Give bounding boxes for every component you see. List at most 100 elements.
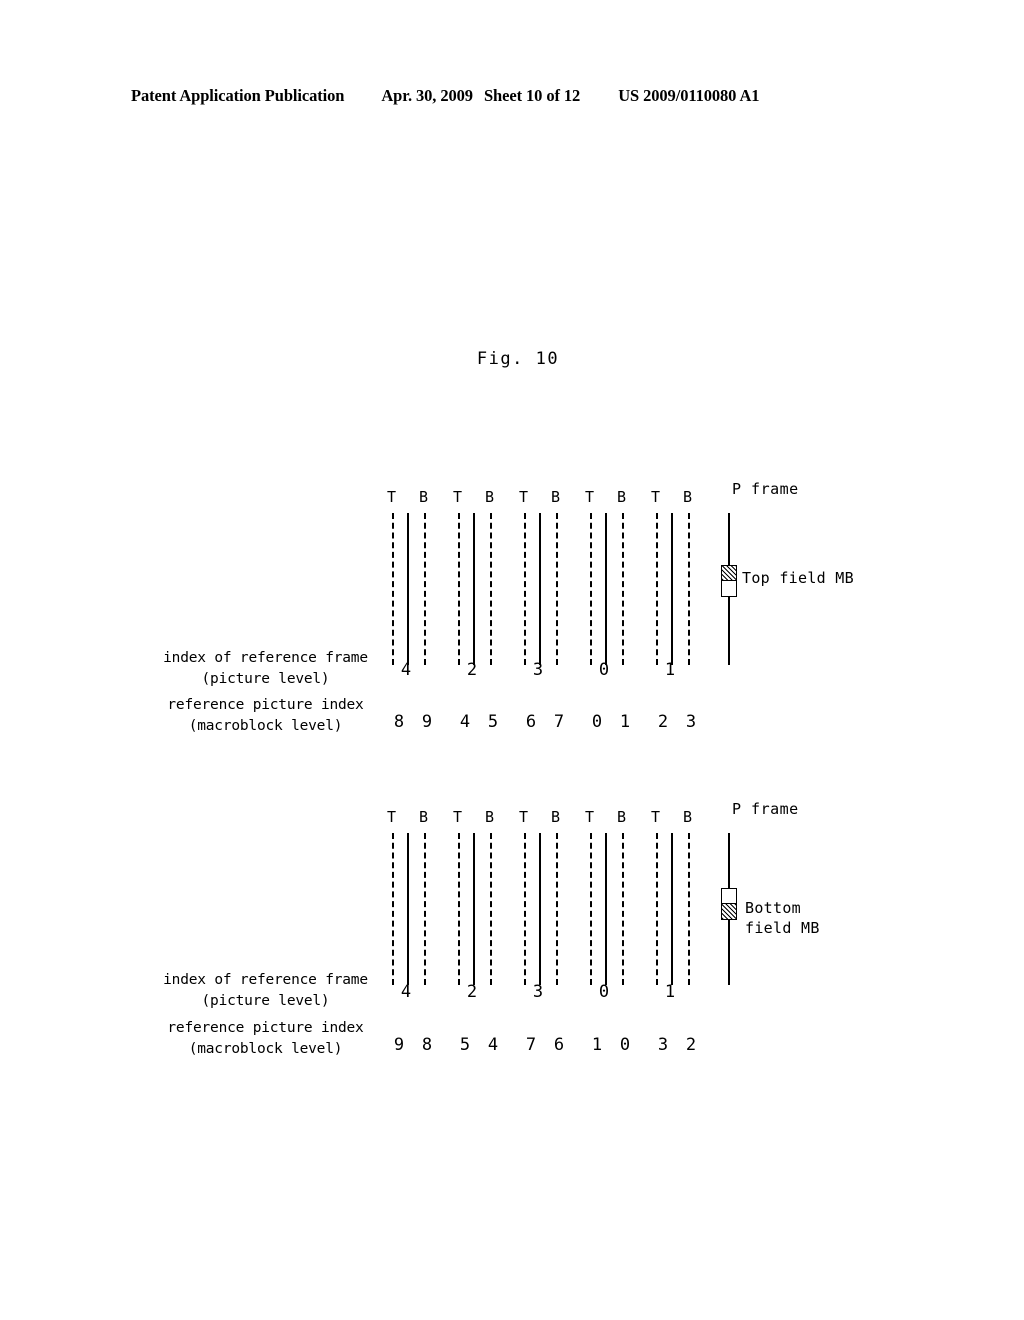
picture-level-value: 4 xyxy=(400,982,412,1002)
top-field-line xyxy=(458,833,460,985)
frame-line xyxy=(407,833,409,985)
macroblock-level-value: 6 xyxy=(525,712,537,732)
publication-date: Apr. 30, 2009 xyxy=(381,86,473,105)
frame-group-2: TB xyxy=(453,808,510,998)
top-field-line xyxy=(590,513,592,665)
macroblock-level-value: 7 xyxy=(553,712,565,732)
diagram-bottom-field: TBTBTBTBTBP frame Bottom field MB index of… xyxy=(0,790,1024,1060)
macroblock-level-value: 6 xyxy=(553,1035,565,1055)
frame-group-5: TB xyxy=(651,488,708,678)
macroblock-level-value: 5 xyxy=(487,712,499,732)
marker-bottom-half xyxy=(722,904,736,919)
picture-level-value: 1 xyxy=(664,660,676,680)
picture-level-value: 2 xyxy=(466,982,478,1002)
top-field-line xyxy=(590,833,592,985)
frame-line xyxy=(671,513,673,665)
top-field-label: T xyxy=(585,488,595,506)
frame-group-2: TB xyxy=(453,488,510,678)
top-field-label: T xyxy=(453,488,463,506)
bottom-field-line xyxy=(424,833,426,985)
macroblock-level-value: 5 xyxy=(459,1035,471,1055)
frame-group-4: TB xyxy=(585,488,642,678)
bottom-field-label: B xyxy=(683,808,693,826)
bottom-field-line xyxy=(556,833,558,985)
bottom-field-label: B xyxy=(617,808,627,826)
picture-level-values: 4 2 3 0 1 xyxy=(0,660,1024,684)
top-field-label: T xyxy=(651,808,661,826)
macroblock-level-value: 1 xyxy=(591,1035,603,1055)
frame-group-3: TB xyxy=(519,808,576,998)
bottom-field-label: B xyxy=(617,488,627,506)
bottom-field-line xyxy=(424,513,426,665)
top-field-line xyxy=(656,833,658,985)
bottom-field-line xyxy=(688,833,690,985)
marker-top-half xyxy=(722,889,736,904)
macroblock-level-value: 3 xyxy=(685,712,697,732)
top-field-label: T xyxy=(519,488,529,506)
bottom-field-line xyxy=(490,833,492,985)
frame-line xyxy=(473,513,475,665)
macroblock-level-value: 1 xyxy=(619,712,631,732)
field-labels: TB xyxy=(387,488,444,510)
field-labels: TB xyxy=(453,488,510,510)
field-labels: TB xyxy=(453,808,510,830)
p-frame-label: P frame xyxy=(732,800,799,818)
field-labels: TB xyxy=(585,488,642,510)
bottom-field-line xyxy=(688,513,690,665)
publication-title: Patent Application Publication xyxy=(131,86,345,105)
picture-level-value: 1 xyxy=(664,982,676,1002)
frame-group-1: TB xyxy=(387,808,444,998)
bottom-field-label: B xyxy=(419,808,429,826)
field-labels: TB xyxy=(519,808,576,830)
bottom-field-line xyxy=(622,513,624,665)
frame-group-5: TB xyxy=(651,808,708,998)
macroblock-level-value: 4 xyxy=(487,1035,499,1055)
picture-level-value: 0 xyxy=(598,982,610,1002)
field-labels: TB xyxy=(585,808,642,830)
frame-line xyxy=(539,513,541,665)
bottom-field-label: B xyxy=(551,808,561,826)
macroblock-level-value: 9 xyxy=(421,712,433,732)
macroblock-level-label-line1: reference picture index xyxy=(167,1020,364,1036)
top-field-line xyxy=(524,833,526,985)
bottom-field-label: B xyxy=(485,808,495,826)
frame-line xyxy=(539,833,541,985)
bottom-field-label: B xyxy=(485,488,495,506)
frame-line xyxy=(605,833,607,985)
patent-number: US 2009/0110080 A1 xyxy=(618,86,760,105)
bottom-field-label: B xyxy=(419,488,429,506)
figure-caption: Fig. 10 xyxy=(476,349,560,369)
macroblock-marker-label: Bottom field MB xyxy=(745,899,820,938)
field-labels: TB xyxy=(651,488,708,510)
macroblock-level-values: 98 54 76 10 32 xyxy=(0,1035,1024,1059)
frame-line xyxy=(671,833,673,985)
macroblock-level-value: 3 xyxy=(657,1035,669,1055)
top-field-line xyxy=(656,513,658,665)
macroblock-level-value: 8 xyxy=(393,712,405,732)
bottom-field-label: B xyxy=(683,488,693,506)
top-field-line xyxy=(392,833,394,985)
macroblock-level-value: 8 xyxy=(421,1035,433,1055)
bottom-field-line xyxy=(622,833,624,985)
frame-line xyxy=(407,513,409,665)
macroblock-marker-label: Top field MB xyxy=(742,569,854,587)
macroblock-level-value: 2 xyxy=(657,712,669,732)
top-field-label: T xyxy=(519,808,529,826)
top-field-line xyxy=(524,513,526,665)
macroblock-level-values: 89 45 67 01 23 xyxy=(0,712,1024,736)
bottom-field-line xyxy=(490,513,492,665)
macroblock-level-value: 0 xyxy=(619,1035,631,1055)
frame-group-3: TB xyxy=(519,488,576,678)
marker-bottom-half xyxy=(722,581,736,596)
marker-top-half xyxy=(722,566,736,581)
top-field-label: T xyxy=(453,808,463,826)
macroblock-level-value: 4 xyxy=(459,712,471,732)
top-field-line xyxy=(392,513,394,665)
picture-level-value: 3 xyxy=(532,982,544,1002)
macroblock-level-label-line1: reference picture index xyxy=(167,697,364,713)
bottom-field-line xyxy=(556,513,558,665)
picture-level-value: 3 xyxy=(532,660,544,680)
field-labels: TB xyxy=(519,488,576,510)
top-field-label: T xyxy=(585,808,595,826)
field-labels: TB xyxy=(651,808,708,830)
